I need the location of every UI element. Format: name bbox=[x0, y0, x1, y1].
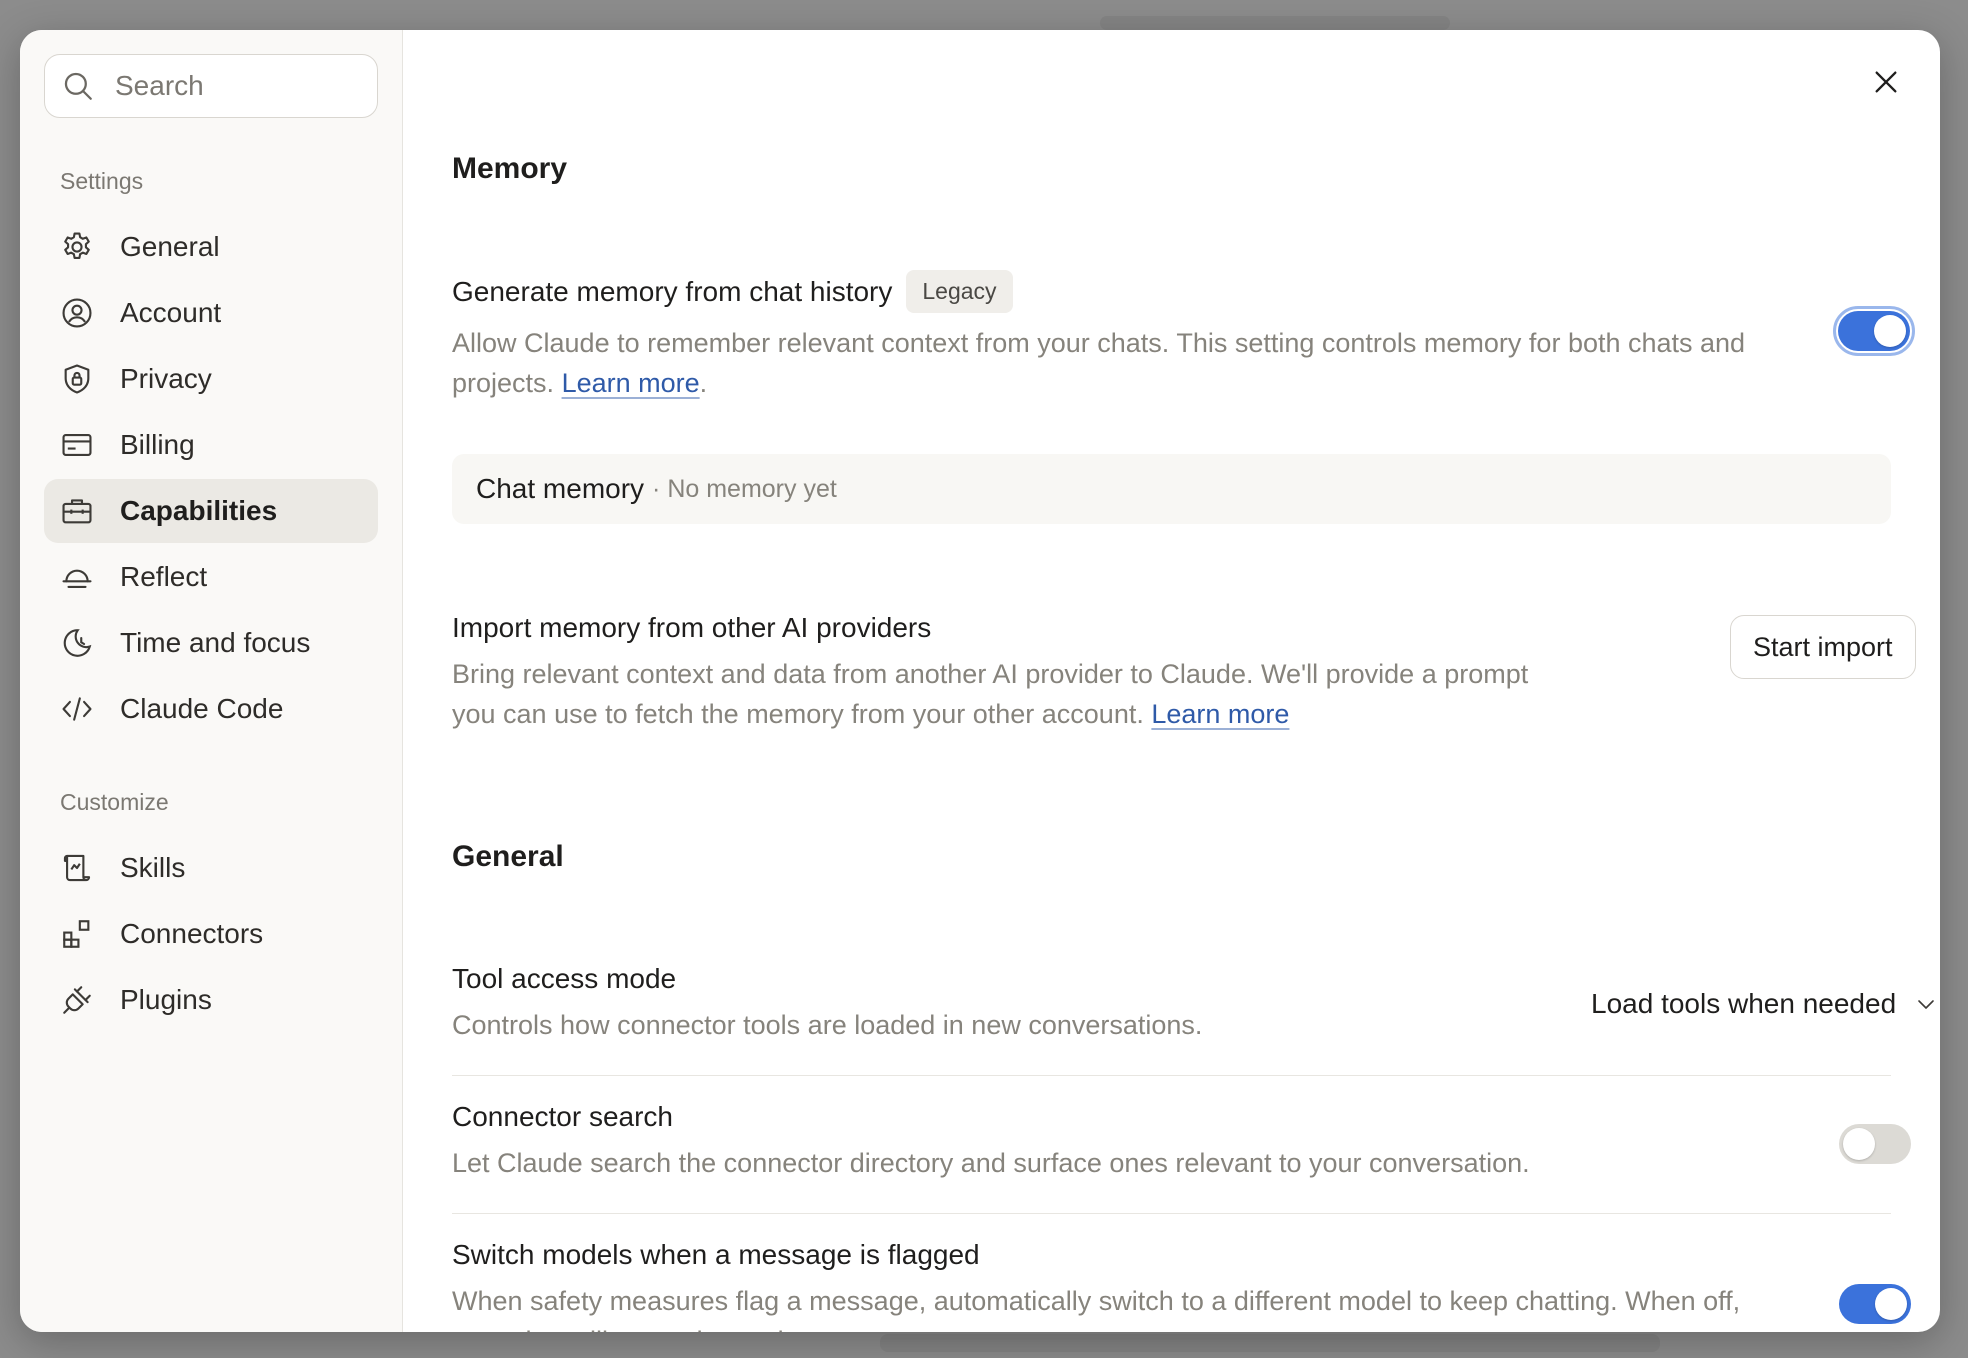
search-icon bbox=[64, 72, 92, 100]
generate-memory-learn-more-link[interactable]: Learn more bbox=[562, 368, 700, 398]
sidebar-item-label: Capabilities bbox=[120, 495, 278, 526]
sidebar-item-connectors[interactable]: Connectors bbox=[44, 902, 378, 966]
sidebar-item-label: Billing bbox=[120, 429, 195, 460]
chat-memory-title: Chat memory bbox=[476, 473, 645, 504]
sidebar-item-label: Connectors bbox=[120, 918, 264, 949]
sunrise-icon bbox=[62, 569, 92, 588]
sidebar-item-capabilities[interactable]: Capabilities bbox=[44, 479, 378, 543]
switch-models-title: Switch models when a message is flagged bbox=[452, 1239, 980, 1270]
sidebar-item-label: Privacy bbox=[120, 363, 212, 394]
legacy-badge: Legacy bbox=[906, 270, 1013, 313]
import-memory-title: Import memory from other AI providers bbox=[452, 612, 932, 643]
generate-memory-toggle[interactable] bbox=[1833, 306, 1915, 356]
connector-search-title: Connector search bbox=[452, 1101, 674, 1132]
close-button[interactable] bbox=[1860, 56, 1912, 108]
shield-lock-icon bbox=[64, 364, 90, 394]
chevron-down-icon bbox=[1918, 1000, 1934, 1009]
briefcase-icon bbox=[62, 499, 92, 524]
sidebar-item-billing[interactable]: Billing bbox=[44, 413, 378, 477]
toggle-knob bbox=[1843, 1128, 1875, 1160]
gear-icon bbox=[64, 232, 90, 259]
search-box[interactable] bbox=[44, 54, 378, 118]
sidebar-item-label: Skills bbox=[120, 852, 186, 883]
background-element bbox=[1100, 16, 1450, 30]
customize-section-label: Customize bbox=[60, 789, 169, 815]
credit-card-icon bbox=[62, 434, 92, 456]
sidebar-item-label: Account bbox=[120, 297, 222, 328]
close-icon bbox=[1875, 71, 1897, 93]
general-heading: General bbox=[452, 840, 564, 873]
divider bbox=[452, 1075, 1891, 1076]
sidebar-item-reflect[interactable]: Reflect bbox=[44, 545, 378, 609]
sidebar-item-skills[interactable]: Skills bbox=[44, 836, 378, 900]
search-input[interactable] bbox=[115, 70, 335, 102]
sidebar-item-account[interactable]: Account bbox=[44, 281, 378, 345]
moon-clock-icon bbox=[63, 629, 92, 657]
sidebar-item-general[interactable]: General bbox=[44, 215, 378, 279]
connector-search-description: Let Claude search the connector director… bbox=[452, 1148, 1530, 1178]
connector-search-setting: Connector search Let Claude search the c… bbox=[452, 1101, 1752, 1183]
tool-access-setting: Tool access mode Controls how connector … bbox=[452, 963, 1552, 1045]
memory-heading: Memory bbox=[452, 152, 568, 185]
switch-models-setting: Switch models when a message is flagged … bbox=[452, 1239, 1762, 1332]
settings-modal: Settings General Account Privacy bbox=[20, 30, 1940, 1332]
blocks-icon bbox=[63, 920, 90, 948]
sidebar-item-label: General bbox=[120, 231, 220, 262]
generate-memory-title: Generate memory from chat history bbox=[452, 275, 893, 307]
sidebar-item-privacy[interactable]: Privacy bbox=[44, 347, 378, 411]
connector-search-toggle[interactable] bbox=[1839, 1124, 1911, 1164]
scroll-icon bbox=[63, 854, 91, 882]
chat-memory-row[interactable]: Chat memory · No memory yet bbox=[452, 454, 1891, 524]
generate-memory-setting: Generate memory from chat history Legacy… bbox=[452, 270, 1752, 403]
switch-models-toggle[interactable] bbox=[1839, 1284, 1911, 1324]
code-icon bbox=[62, 697, 92, 721]
toggle-knob bbox=[1874, 315, 1906, 347]
background-element bbox=[880, 1334, 1660, 1352]
sidebar-item-plugins[interactable]: Plugins bbox=[44, 968, 378, 1032]
sidebar-item-claude-code[interactable]: Claude Code bbox=[44, 677, 378, 741]
tool-access-select[interactable]: Load tools when needed bbox=[1591, 988, 1938, 1020]
plug-icon bbox=[63, 986, 91, 1014]
settings-content: Memory Generate memory from chat history… bbox=[403, 30, 1940, 1332]
switch-models-description: When safety measures flag a message, aut… bbox=[452, 1286, 1741, 1332]
tool-access-value: Load tools when needed bbox=[1591, 988, 1897, 1019]
user-circle-icon bbox=[62, 298, 92, 328]
sidebar-item-time-and-focus[interactable]: Time and focus bbox=[44, 611, 378, 675]
start-import-button[interactable]: Start import bbox=[1730, 615, 1916, 679]
import-memory-setting: Import memory from other AI providers Br… bbox=[452, 612, 1572, 734]
toggle-knob bbox=[1875, 1288, 1907, 1320]
divider bbox=[452, 1213, 1891, 1214]
import-memory-description: Bring relevant context and data from ano… bbox=[452, 659, 1529, 729]
sidebar-item-label: Plugins bbox=[120, 984, 212, 1015]
sidebar-item-label: Reflect bbox=[120, 561, 208, 592]
sidebar-item-label: Time and focus bbox=[120, 627, 311, 658]
import-memory-learn-more-link[interactable]: Learn more bbox=[1151, 699, 1289, 729]
tool-access-title: Tool access mode bbox=[452, 963, 677, 994]
tool-access-description: Controls how connector tools are loaded … bbox=[452, 1010, 1203, 1040]
sidebar-item-label: Claude Code bbox=[120, 693, 284, 724]
settings-sidebar: Settings General Account Privacy bbox=[20, 30, 403, 1332]
settings-section-label: Settings bbox=[60, 168, 144, 194]
chat-memory-status: · No memory yet bbox=[652, 474, 837, 503]
